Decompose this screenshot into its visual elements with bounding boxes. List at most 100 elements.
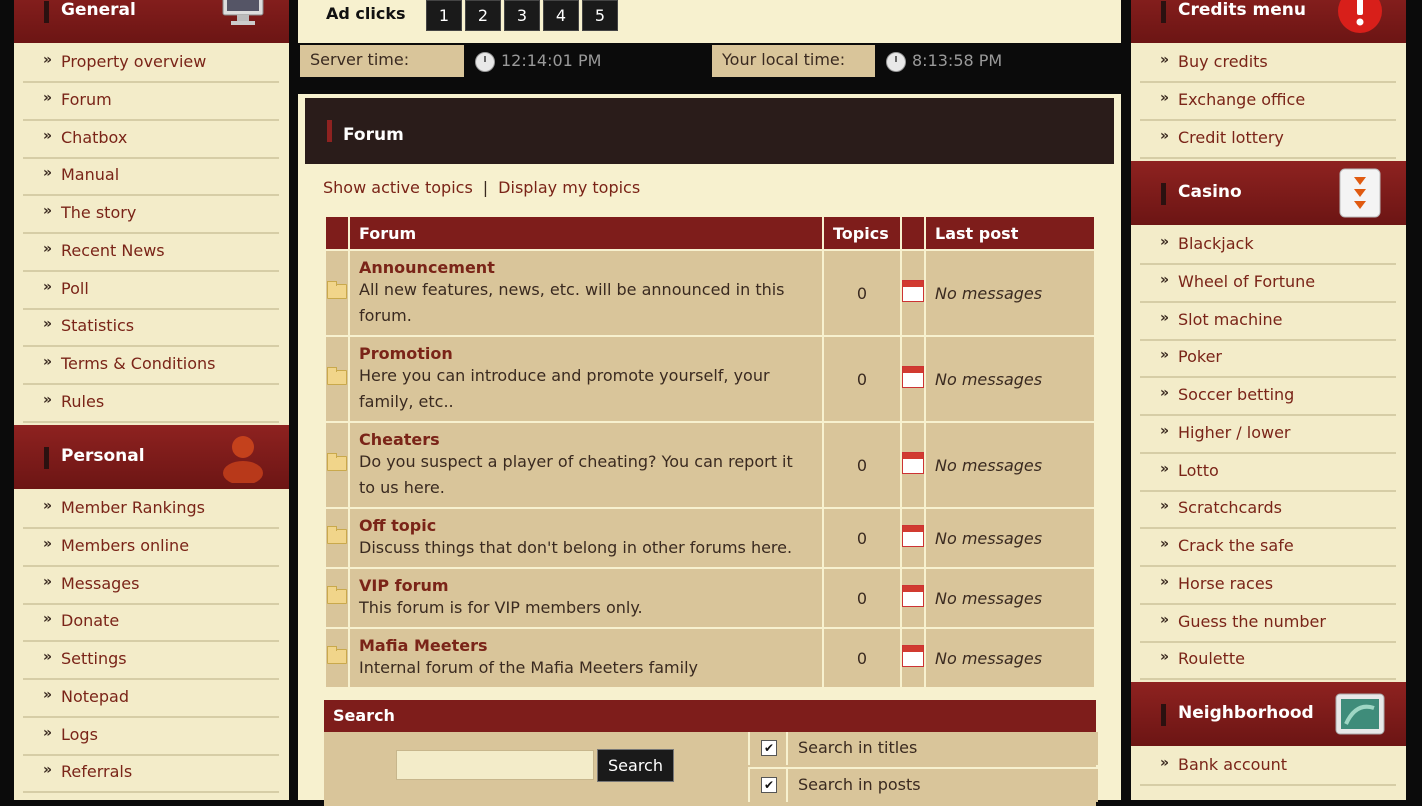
menu-item-soccer-betting[interactable]: » Soccer betting — [1140, 377, 1396, 416]
menu-item-lotto[interactable]: » Lotto — [1140, 453, 1396, 492]
forum-name-link[interactable]: Announcement — [359, 258, 813, 277]
folder-cell — [324, 249, 350, 337]
folder-icon — [327, 280, 347, 299]
chevron-right-icon: » — [1160, 498, 1170, 515]
menu-item-rules[interactable]: » Rules — [23, 384, 279, 423]
menu-item-blackjack[interactable]: » Blackjack — [1140, 226, 1396, 265]
forum-name-link[interactable]: Cheaters — [359, 430, 813, 449]
menu-item-notepad[interactable]: » Notepad — [23, 679, 279, 718]
menu-item-recent-news[interactable]: » Recent News — [23, 233, 279, 272]
forum-cell: Announcement All new features, news, etc.… — [348, 249, 824, 337]
menu-item-label: Donate — [61, 611, 120, 631]
menu-item-manual[interactable]: » Manual — [23, 157, 279, 197]
menu-item-label: Credit lottery — [1178, 127, 1284, 147]
chevron-right-icon: » — [43, 354, 53, 370]
folder-icon — [327, 585, 347, 604]
folder-icon — [327, 645, 347, 664]
menu-item-higher-lower[interactable]: » Higher / lower — [1140, 415, 1396, 454]
menu-item-statistics[interactable]: » Statistics — [23, 308, 279, 348]
forum-name-link[interactable]: Off topic — [359, 516, 813, 535]
casino-title: Casino — [1178, 182, 1242, 202]
forum-name-link[interactable]: Mafia Meeters — [359, 636, 813, 655]
titles-checkbox[interactable]: ✔ — [761, 740, 777, 756]
calendar-icon — [902, 452, 924, 474]
menu-item-exchange-office[interactable]: » Exchange office — [1140, 82, 1396, 121]
menu-item-messages[interactable]: » Messages — [23, 566, 279, 605]
chevron-right-icon: » — [43, 762, 53, 779]
credits-header: Credits menu — [1131, 0, 1406, 43]
menu-item-members-online[interactable]: » Members online — [23, 528, 279, 567]
menu-item-settings[interactable]: » Settings — [23, 641, 279, 680]
chevron-right-icon: » — [1160, 755, 1170, 771]
menu-item-poker[interactable]: » Poker — [1140, 339, 1396, 379]
forum-description: This forum is for VIP members only. — [359, 597, 643, 617]
posts-checkbox[interactable]: ✔ — [761, 777, 777, 793]
forum-cell: Off topic Discuss things that don't belon… — [348, 507, 824, 569]
menu-item-terms-conditions[interactable]: » Terms & Conditions — [23, 346, 279, 385]
chevron-right-icon: » — [43, 724, 53, 741]
ad-click-button-1[interactable]: 1 — [426, 0, 462, 31]
search-input[interactable] — [396, 750, 594, 780]
menu-item-donate[interactable]: » Donate — [23, 603, 279, 643]
menu-item-the-story[interactable]: » The story — [23, 195, 279, 234]
menu-item-bank-account[interactable]: » Bank account — [1140, 747, 1396, 786]
chevron-right-icon: » — [43, 649, 53, 665]
chevron-right-icon: » — [1160, 460, 1170, 477]
menu-item-label: Manual — [61, 165, 120, 185]
menu-item-property-overview[interactable]: » Property overview — [23, 44, 279, 83]
menu-item-label: Poll — [61, 278, 89, 298]
menu-item-chatbox[interactable]: » Chatbox — [23, 120, 279, 159]
folder-cell — [324, 421, 350, 509]
menu-item-credit-lottery[interactable]: » Credit lottery — [1140, 120, 1396, 159]
ad-click-button-2[interactable]: 2 — [465, 0, 501, 31]
forum-description: Internal forum of the Mafia Meeters fami… — [359, 657, 698, 677]
forum-cell: Promotion Here you can introduce and prom… — [348, 335, 824, 423]
chevron-right-icon: » — [1160, 271, 1170, 288]
menu-item-forum[interactable]: » Forum — [23, 82, 279, 121]
display-my-topics-link[interactable]: Display my topics — [498, 178, 640, 197]
forum-name-link[interactable]: VIP forum — [359, 576, 813, 595]
forum-row: Promotion Here you can introduce and prom… — [324, 335, 1096, 423]
chevron-right-icon: » — [1160, 309, 1170, 326]
menu-item-buy-credits[interactable]: » Buy credits — [1140, 44, 1396, 83]
chevron-right-icon: » — [43, 611, 53, 628]
forum-links: Show active topics | Display my topics — [323, 178, 640, 197]
menu-item-label: Exchange office — [1178, 89, 1306, 109]
search-option-titles[interactable]: ✔ Search in titles — [748, 732, 1098, 765]
menu-item-poll[interactable]: » Poll — [23, 271, 279, 310]
show-active-topics-link[interactable]: Show active topics — [323, 178, 473, 197]
monitor-icon — [222, 0, 264, 25]
chevron-right-icon: » — [43, 686, 53, 703]
menu-item-crack-the-safe[interactable]: » Crack the safe — [1140, 528, 1396, 567]
calendar-icon — [902, 525, 924, 547]
forum-name-link[interactable]: Promotion — [359, 344, 813, 363]
ad-click-button-3[interactable]: 3 — [504, 0, 540, 31]
forum-description: Here you can introduce and promote yours… — [359, 365, 770, 411]
forum-row: Announcement All new features, news, etc.… — [324, 249, 1096, 337]
header-bar — [1161, 1, 1166, 23]
forum-description: Discuss things that don't belong in othe… — [359, 537, 793, 557]
search-button[interactable]: Search — [597, 749, 674, 782]
calendar-icon — [902, 366, 924, 388]
menu-item-slot-machine[interactable]: » Slot machine — [1140, 302, 1396, 341]
menu-item-horse-races[interactable]: » Horse races — [1140, 566, 1396, 605]
menu-item-roulette[interactable]: » Roulette — [1140, 641, 1396, 681]
chevron-right-icon: » — [1160, 127, 1170, 144]
menu-item-label: Bank account — [1178, 755, 1288, 774]
topics-count: 0 — [822, 567, 902, 629]
menu-item-label: Property overview — [61, 52, 207, 71]
chevron-right-icon: » — [43, 240, 53, 257]
menu-item-guess-the-number[interactable]: » Guess the number — [1140, 604, 1396, 643]
menu-item-member-rankings[interactable]: » Member Rankings — [23, 490, 279, 529]
menu-item-label: Slot machine — [1178, 309, 1283, 329]
ad-click-button-4[interactable]: 4 — [543, 0, 579, 31]
menu-item-scratchcards[interactable]: » Scratchcards — [1140, 490, 1396, 530]
menu-item-wheel-of-fortune[interactable]: » Wheel of Fortune — [1140, 264, 1396, 303]
topics-count: 0 — [822, 627, 902, 689]
menu-item-logs[interactable]: » Logs — [23, 717, 279, 756]
ad-click-button-5[interactable]: 5 — [582, 0, 618, 31]
folder-icon — [327, 452, 347, 471]
menu-item-referrals[interactable]: » Referrals — [23, 754, 279, 794]
search-option-posts[interactable]: ✔ Search in posts — [748, 767, 1098, 802]
chevron-right-icon: » — [1160, 573, 1170, 590]
